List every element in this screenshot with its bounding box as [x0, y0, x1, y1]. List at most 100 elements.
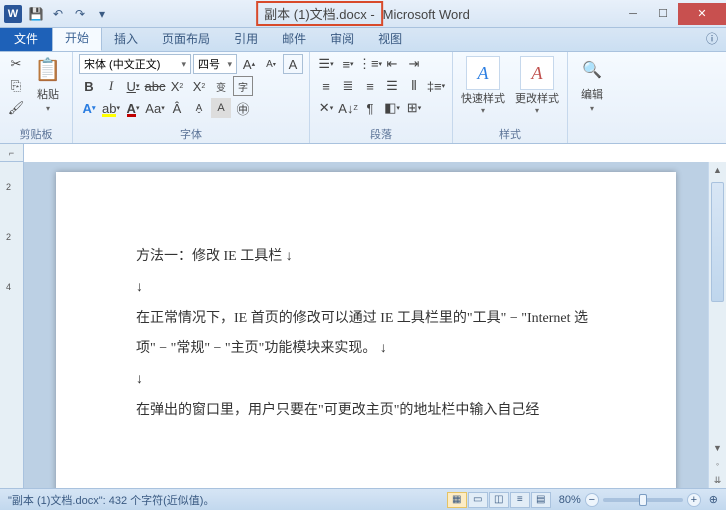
draft-view-icon[interactable]: ▤ — [531, 492, 551, 508]
change-case-icon[interactable]: Aa▾ — [145, 98, 165, 118]
page[interactable]: 方法一：修改 IE 工具栏 ↓ ↓ 在正常情况下，IE 首页的修改可以通过 IE… — [56, 172, 676, 488]
cut-icon[interactable]: ✂ — [6, 54, 26, 74]
borders-icon[interactable]: ⊞▾ — [404, 98, 424, 118]
grow-font-alt-icon[interactable]: Â — [167, 98, 187, 118]
superscript-button[interactable]: X2 — [189, 76, 209, 96]
word-icon: W — [4, 5, 22, 23]
doc-paragraph[interactable]: 在正常情况下，IE 首页的修改可以通过 IE 工具栏里的"工具" − "Inte… — [136, 304, 596, 366]
font-color-icon[interactable]: A▾ — [123, 98, 143, 118]
paragraph-group-label: 段落 — [316, 125, 446, 143]
qat-customize-icon[interactable]: ▾ — [92, 4, 112, 24]
status-text[interactable]: "副本 (1)文档.docx": 432 个字符(近似值)。 — [8, 492, 447, 508]
scroll-down-icon[interactable]: ▼ — [709, 440, 726, 456]
title-filename: 副本 (1)文档.docx - — [264, 7, 375, 22]
char-border-icon[interactable]: 字 — [233, 76, 253, 96]
numbering-icon[interactable]: ≡▾ — [338, 54, 358, 74]
scroll-up-icon[interactable]: ▲ — [709, 162, 726, 178]
find-icon: 🔍 — [578, 56, 606, 84]
distribute-icon[interactable]: ⫴ — [404, 76, 424, 96]
justify-icon[interactable]: ☰ — [382, 76, 402, 96]
zoom-fit-icon[interactable]: ⊕ — [709, 493, 718, 506]
bullets-icon[interactable]: ☰▾ — [316, 54, 336, 74]
line-spacing-icon[interactable]: ‡≡▾ — [426, 76, 446, 96]
zoom-out-button[interactable]: − — [585, 493, 599, 507]
undo-icon[interactable]: ↶ — [48, 4, 68, 24]
zoom-slider[interactable] — [603, 498, 683, 502]
align-right-icon[interactable]: ≡ — [360, 76, 380, 96]
outline-view-icon[interactable]: ≡ — [510, 492, 530, 508]
doc-paragraph[interactable]: ↓ — [136, 273, 596, 304]
shading-icon[interactable]: ◧▾ — [382, 98, 402, 118]
title-bar: W 💾 ↶ ↷ ▾ 副本 (1)文档.docx - Microsoft Word… — [0, 0, 726, 28]
web-layout-view-icon[interactable]: ◫ — [489, 492, 509, 508]
fullscreen-view-icon[interactable]: ▭ — [468, 492, 488, 508]
sort-icon[interactable]: A↓Z — [338, 98, 358, 118]
document-area: 224 方法一：修改 IE 工具栏 ↓ ↓ 在正常情况下，IE 首页的修改可以通… — [0, 162, 726, 488]
grow-font-icon[interactable]: A▴ — [239, 54, 259, 74]
tab-references[interactable]: 引用 — [222, 26, 270, 51]
font-size-combo[interactable]: 四号▾ — [193, 54, 237, 74]
ribbon-tabs: 文件 开始 插入 页面布局 引用 邮件 审阅 视图 ⓘ — [0, 28, 726, 52]
italic-button[interactable]: I — [101, 76, 121, 96]
quick-access-toolbar: 💾 ↶ ↷ ▾ — [26, 4, 112, 24]
shrink-font-icon[interactable]: A▾ — [261, 54, 281, 74]
enclose-char-icon[interactable]: ㊥ — [233, 98, 253, 118]
show-marks-icon[interactable]: ¶ — [360, 98, 380, 118]
help-icon[interactable]: ⓘ — [698, 26, 726, 51]
next-page-icon[interactable]: ⇊ — [709, 472, 726, 488]
zoom-thumb[interactable] — [639, 494, 647, 506]
align-center-icon[interactable]: ≣ — [338, 76, 358, 96]
paste-button[interactable]: 📋 粘贴 ▾ — [30, 54, 66, 115]
copy-icon[interactable]: ⎘ — [6, 76, 26, 96]
minimize-button[interactable]: ─ — [618, 3, 648, 25]
tab-layout[interactable]: 页面布局 — [150, 26, 222, 51]
underline-button[interactable]: U▾ — [123, 76, 143, 96]
char-shading-icon[interactable]: A — [211, 98, 231, 118]
tab-insert[interactable]: 插入 — [102, 26, 150, 51]
redo-icon[interactable]: ↷ — [70, 4, 90, 24]
font-name-combo[interactable]: 宋体 (中文正文)▾ — [79, 54, 191, 74]
vertical-scrollbar[interactable]: ▲ ▼ ◦ ⇊ — [708, 162, 726, 488]
scroll-thumb[interactable] — [711, 182, 724, 302]
subscript-button[interactable]: X2 — [167, 76, 187, 96]
tab-home[interactable]: 开始 — [52, 24, 102, 51]
highlight-icon[interactable]: ab▾ — [101, 98, 121, 118]
tab-file[interactable]: 文件 — [0, 26, 52, 51]
tab-mailings[interactable]: 邮件 — [270, 26, 318, 51]
strikethrough-button[interactable]: abc — [145, 76, 165, 96]
tab-review[interactable]: 审阅 — [318, 26, 366, 51]
paste-icon: 📋 — [34, 56, 62, 84]
zoom-in-button[interactable]: + — [687, 493, 701, 507]
doc-paragraph[interactable]: 方法一：修改 IE 工具栏 ↓ — [136, 242, 596, 273]
zoom-level[interactable]: 80% — [559, 494, 581, 506]
multilevel-icon[interactable]: ⋮≡▾ — [360, 54, 380, 74]
tab-view[interactable]: 视图 — [366, 26, 414, 51]
editing-button[interactable]: 🔍 编辑 ▾ — [574, 54, 610, 115]
bold-button[interactable]: B — [79, 76, 99, 96]
close-button[interactable]: ✕ — [678, 3, 726, 25]
prev-page-icon[interactable]: ◦ — [709, 456, 726, 472]
decrease-indent-icon[interactable]: ⇤ — [382, 54, 402, 74]
view-buttons: ▦ ▭ ◫ ≡ ▤ — [447, 492, 551, 508]
doc-paragraph[interactable]: ↓ — [136, 365, 596, 396]
paste-label: 粘贴 — [37, 86, 59, 102]
group-styles: A 快速样式 ▾ A 更改样式 ▾ 样式 — [453, 52, 568, 143]
text-effects-icon[interactable]: A▾ — [79, 98, 99, 118]
maximize-button[interactable]: ☐ — [648, 3, 678, 25]
print-layout-view-icon[interactable]: ▦ — [447, 492, 467, 508]
save-icon[interactable]: 💾 — [26, 4, 46, 24]
clear-format-icon[interactable]: A — [283, 54, 303, 74]
phonetic-guide-icon[interactable]: 变 — [211, 76, 231, 96]
change-styles-button[interactable]: A 更改样式 ▾ — [513, 54, 561, 117]
quick-styles-button[interactable]: A 快速样式 ▾ — [459, 54, 507, 117]
shrink-font-alt-icon[interactable]: A̬ — [189, 98, 209, 118]
increase-indent-icon[interactable]: ⇥ — [404, 54, 424, 74]
align-left-icon[interactable]: ≡ — [316, 76, 336, 96]
format-painter-icon[interactable]: 🖌 — [6, 98, 26, 118]
doc-paragraph[interactable]: 在弹出的窗口里，用户只要在"可更改主页"的地址栏中输入自己经 — [136, 396, 596, 427]
asian-layout-icon[interactable]: ✕▾ — [316, 98, 336, 118]
font-group-label: 字体 — [79, 125, 303, 143]
group-clipboard: ✂ ⎘ 🖌 📋 粘贴 ▾ 剪贴板 — [0, 52, 73, 143]
vertical-ruler[interactable]: 224 — [0, 162, 24, 488]
document-scroll[interactable]: 方法一：修改 IE 工具栏 ↓ ↓ 在正常情况下，IE 首页的修改可以通过 IE… — [24, 162, 708, 488]
